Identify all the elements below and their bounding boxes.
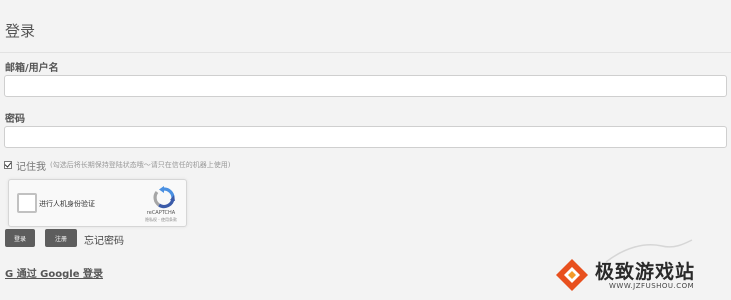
- remember-me-row[interactable]: 记住我 (勾选后将长期保持登陆状态哦～请只在信任的机器上使用): [4, 158, 231, 173]
- recaptcha-links[interactable]: 隐私权 - 使用条款: [137, 217, 185, 223]
- page-title: 登录: [5, 22, 36, 40]
- recaptcha-checkbox[interactable]: [17, 193, 37, 213]
- recaptcha-logo-icon: [153, 186, 175, 209]
- google-login-link[interactable]: G 通过 Google 登录: [5, 265, 103, 280]
- remember-me-label[interactable]: 记住我: [16, 158, 46, 173]
- recaptcha-brand: reCAPTCHA: [146, 210, 176, 216]
- remember-me-checkbox[interactable]: [4, 161, 12, 169]
- login-button[interactable]: 登录: [5, 229, 35, 247]
- recaptcha-widget: 进行人机身份验证 reCAPTCHA 隐私权 - 使用条款: [8, 179, 187, 227]
- watermark-url: WWW.JZFUSHOU.COM: [609, 282, 695, 290]
- password-label: 密码: [5, 114, 25, 125]
- title-divider: [0, 52, 731, 53]
- password-input[interactable]: [4, 126, 727, 148]
- watermark-text: 极致游戏站: [595, 261, 696, 283]
- forgot-password-link[interactable]: 忘记密码: [84, 232, 124, 247]
- remember-me-hint: (勾选后将长期保持登陆状态哦～请只在信任的机器上使用): [50, 161, 231, 169]
- username-label: 邮箱/用户名: [5, 63, 59, 74]
- register-button[interactable]: 注册: [45, 229, 77, 247]
- site-watermark: 极致游戏站 WWW.JZFUSHOU.COM: [533, 248, 731, 300]
- recaptcha-label: 进行人机身份验证: [39, 200, 95, 208]
- username-input[interactable]: [4, 75, 727, 97]
- watermark-logo-icon: [556, 259, 588, 291]
